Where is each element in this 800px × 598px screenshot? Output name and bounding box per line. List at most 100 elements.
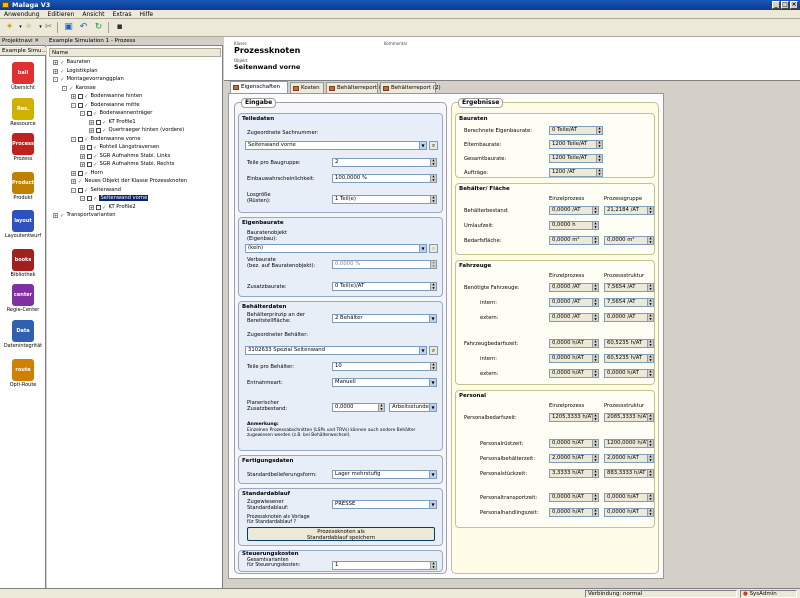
tree-checkbox[interactable] (87, 196, 92, 201)
tree-checkbox[interactable] (78, 136, 83, 142)
fahrzeuge-einzel-field[interactable]: 0,0000 h/AT ▲ ▼ (549, 354, 599, 363)
tree-row[interactable]: + ✓ Rohteil Längstraversen (80, 144, 159, 152)
fahrzeuge-einzel-field[interactable]: 0,0000 /AT ▲ ▼ (549, 298, 599, 307)
spinner-icon[interactable]: ▲ ▼ (592, 414, 598, 421)
losgroesse-field[interactable]: 1 Teil(e) ▲ ▼ (332, 195, 437, 204)
standardablauf-speichern-button[interactable]: Prozessknoten als Standardablauf speiche… (247, 527, 435, 541)
expand-toggle-icon[interactable]: + (89, 128, 94, 133)
personal-einzel-field[interactable]: 3,3333 h/AT ▲ ▼ (549, 469, 599, 478)
tree-row[interactable]: + ✓ Bauraten (53, 59, 90, 67)
menu-extras[interactable]: Extras (109, 11, 136, 18)
tree-checkbox[interactable] (96, 128, 101, 133)
spinner-icon[interactable]: ▲ ▼ (647, 494, 653, 501)
project-navigator-tab[interactable]: Projektnavi ✕ (0, 37, 46, 46)
tree-row[interactable]: + ✓ Horn (71, 170, 103, 178)
spinner-icon[interactable]: ▲ ▼ (592, 222, 598, 229)
behaelterprinzip-select[interactable]: 2 Behälter ▼ (332, 314, 437, 323)
tree-row[interactable]: + ✓ SGR Aufnahme Stabi. Links (80, 153, 170, 161)
tree-row[interactable]: - ✓ Seitenwand (71, 187, 121, 195)
spinner-icon[interactable]: ▲ ▼ (647, 414, 653, 421)
behaelter-gruppe-field[interactable]: 0,0000 m² ▲ ▼ (604, 236, 654, 245)
tree-checkbox[interactable] (78, 102, 83, 108)
spinner-icon[interactable]: ▲ ▼ (647, 299, 653, 306)
tab-behaelterreport-2[interactable]: Behälterreport (2) (380, 82, 441, 93)
personal-struktur-field[interactable]: 1200,0000 h/AT ▲ ▼ (604, 439, 654, 448)
minimize-button[interactable]: _ (772, 1, 780, 9)
fahrzeuge-struktur-field[interactable]: 7,5654 /AT ▲ ▼ (604, 283, 654, 292)
fahrzeuge-struktur-field[interactable]: 0,0000 h/AT ▲ ▼ (604, 369, 654, 378)
refresh-icon[interactable]: ↻ (92, 21, 105, 34)
spinner-icon[interactable]: ▲ ▼ (647, 314, 653, 321)
personal-struktur-field[interactable]: 2,0000 h/AT ▲ ▼ (604, 454, 654, 463)
nav-item-3[interactable]: Product Produkt (2, 172, 44, 201)
nav-item-0[interactable]: ball Übersicht (2, 62, 44, 91)
tree-row[interactable]: + ✓ Neues Objekt der Klasse Prozessknoten (71, 178, 187, 186)
spinner-icon[interactable]: ▲ ▼ (592, 470, 598, 477)
spinner-icon[interactable]: ▲ ▼ (647, 370, 653, 377)
close-pane-icon[interactable]: ✕ (34, 38, 39, 44)
spinner-icon[interactable]: ▲ ▼ (592, 440, 598, 447)
expand-toggle-icon[interactable]: + (53, 213, 58, 218)
gesamtvarianten-field[interactable]: 1 ▲ ▼ (332, 561, 437, 570)
sachnummer-search-icon[interactable]: ⌕ (429, 141, 438, 150)
personal-einzel-field[interactable]: 0,0000 h/AT ▲ ▼ (549, 508, 599, 517)
expand-toggle-icon[interactable]: - (53, 77, 58, 82)
tree-checkbox[interactable] (78, 94, 83, 99)
spinner-icon[interactable]: ▲ ▼ (592, 455, 598, 462)
spinner-icon[interactable]: ▲ ▼ (592, 340, 598, 347)
einbauwahrscheinlichkeit-field[interactable]: 100,0000 % ▲ ▼ (332, 174, 437, 183)
tree-checkbox[interactable] (87, 111, 92, 116)
behaelter-search-icon[interactable]: ⌕ (429, 346, 438, 355)
personal-struktur-field[interactable]: 0,0000 h/AT ▲ ▼ (604, 493, 654, 502)
fahrzeuge-einzel-field[interactable]: 0,0000 /AT ▲ ▼ (549, 313, 599, 322)
expand-toggle-icon[interactable]: - (80, 196, 85, 201)
teile-pro-baugruppe-field[interactable]: 2 ▲ ▼ (332, 158, 437, 167)
menu-editieren[interactable]: Editieren (44, 11, 79, 18)
bauraten-row-field[interactable]: 1200 Teile/AT ▲ ▼ (549, 140, 603, 149)
expand-toggle-icon[interactable]: + (80, 145, 85, 150)
tree-row[interactable]: + ✓ KT Profile1 (89, 119, 136, 127)
tab-kosten[interactable]: Kosten (290, 82, 324, 93)
fahrzeuge-struktur-field[interactable]: 7,5654 /AT ▲ ▼ (604, 298, 654, 307)
tree-row[interactable]: + ✓ KT Profile2 (89, 204, 136, 212)
sachnummer-select[interactable]: Seitenwand vorne ▼ (245, 141, 427, 150)
spinner-icon[interactable]: ▲ ▼ (647, 340, 653, 347)
spinner-icon[interactable]: ▲ ▼ (430, 175, 436, 182)
expand-toggle-icon[interactable]: - (71, 187, 76, 193)
nav-item-6[interactable]: center Regie-Center (2, 284, 44, 313)
spinner-icon[interactable]: ▲ ▼ (647, 470, 653, 477)
spinner-icon[interactable]: ▲ ▼ (378, 404, 384, 411)
zugeordneter-behaelter-select[interactable]: 3102633 Spezial Seitenwand ▼ (245, 346, 427, 355)
tree-row[interactable]: + ✓ SGR Aufnahme Stabi. Rechts (80, 161, 174, 169)
planerischer-zusatzbestand-field[interactable]: 0,0000 ▲ ▼ (332, 403, 385, 412)
spinner-icon[interactable]: ▲ ▼ (596, 155, 602, 162)
spinner-icon[interactable]: ▲ ▼ (592, 284, 598, 291)
tree-row[interactable]: - ✓ Seitenwand vorne (80, 195, 149, 203)
fahrzeuge-einzel-field[interactable]: 0,0000 /AT ▲ ▼ (549, 283, 599, 292)
expand-toggle-icon[interactable]: + (53, 60, 58, 65)
tree-pane-tab[interactable]: Example Simulation 1 - Prozess (47, 37, 223, 46)
tree-row[interactable]: + ✓ Bodenwanne hinten (71, 93, 142, 101)
spinner-icon[interactable]: ▲ ▼ (596, 141, 602, 148)
spinner-icon[interactable]: ▲ ▼ (592, 314, 598, 321)
tree-row[interactable]: - ✓ Bodenwanne vorne (71, 136, 141, 144)
personal-einzel-field[interactable]: 0,0000 h/AT ▲ ▼ (549, 439, 599, 448)
menu-ansicht[interactable]: Ansicht (78, 11, 108, 18)
spinner-icon[interactable]: ▲ ▼ (592, 494, 598, 501)
zusatzbestand-unit-select[interactable]: Arbeitsstunde(n) ▼ (389, 403, 437, 412)
tree-checkbox[interactable] (87, 145, 92, 150)
tree-checkbox[interactable] (87, 153, 92, 159)
spinner-icon[interactable]: ▲ ▼ (596, 127, 602, 134)
tab-eigenschaften[interactable]: Eigenschaften (230, 81, 288, 93)
spinner-icon[interactable]: ▲ ▼ (647, 284, 653, 291)
spinner-icon[interactable]: ▲ ▼ (592, 370, 598, 377)
expand-toggle-icon[interactable]: + (89, 119, 94, 125)
spinner-icon[interactable]: ▲ ▼ (592, 237, 598, 244)
tree-column-header[interactable]: Name (49, 48, 221, 57)
nav-item-2[interactable]: Process Prozess (2, 133, 44, 162)
personal-einzel-field[interactable]: 1205,3333 h/AT ▲ ▼ (549, 413, 599, 422)
behaelter-gruppe-field[interactable]: 21,2184 /AT ▲ ▼ (604, 206, 654, 215)
behaelter-einzel-field[interactable]: 0,0000 m² ▲ ▼ (549, 236, 599, 245)
entnahmeart-select[interactable]: Manuell ▼ (332, 378, 437, 387)
nav-item-4[interactable]: layout Layoutentwurf (2, 210, 44, 239)
